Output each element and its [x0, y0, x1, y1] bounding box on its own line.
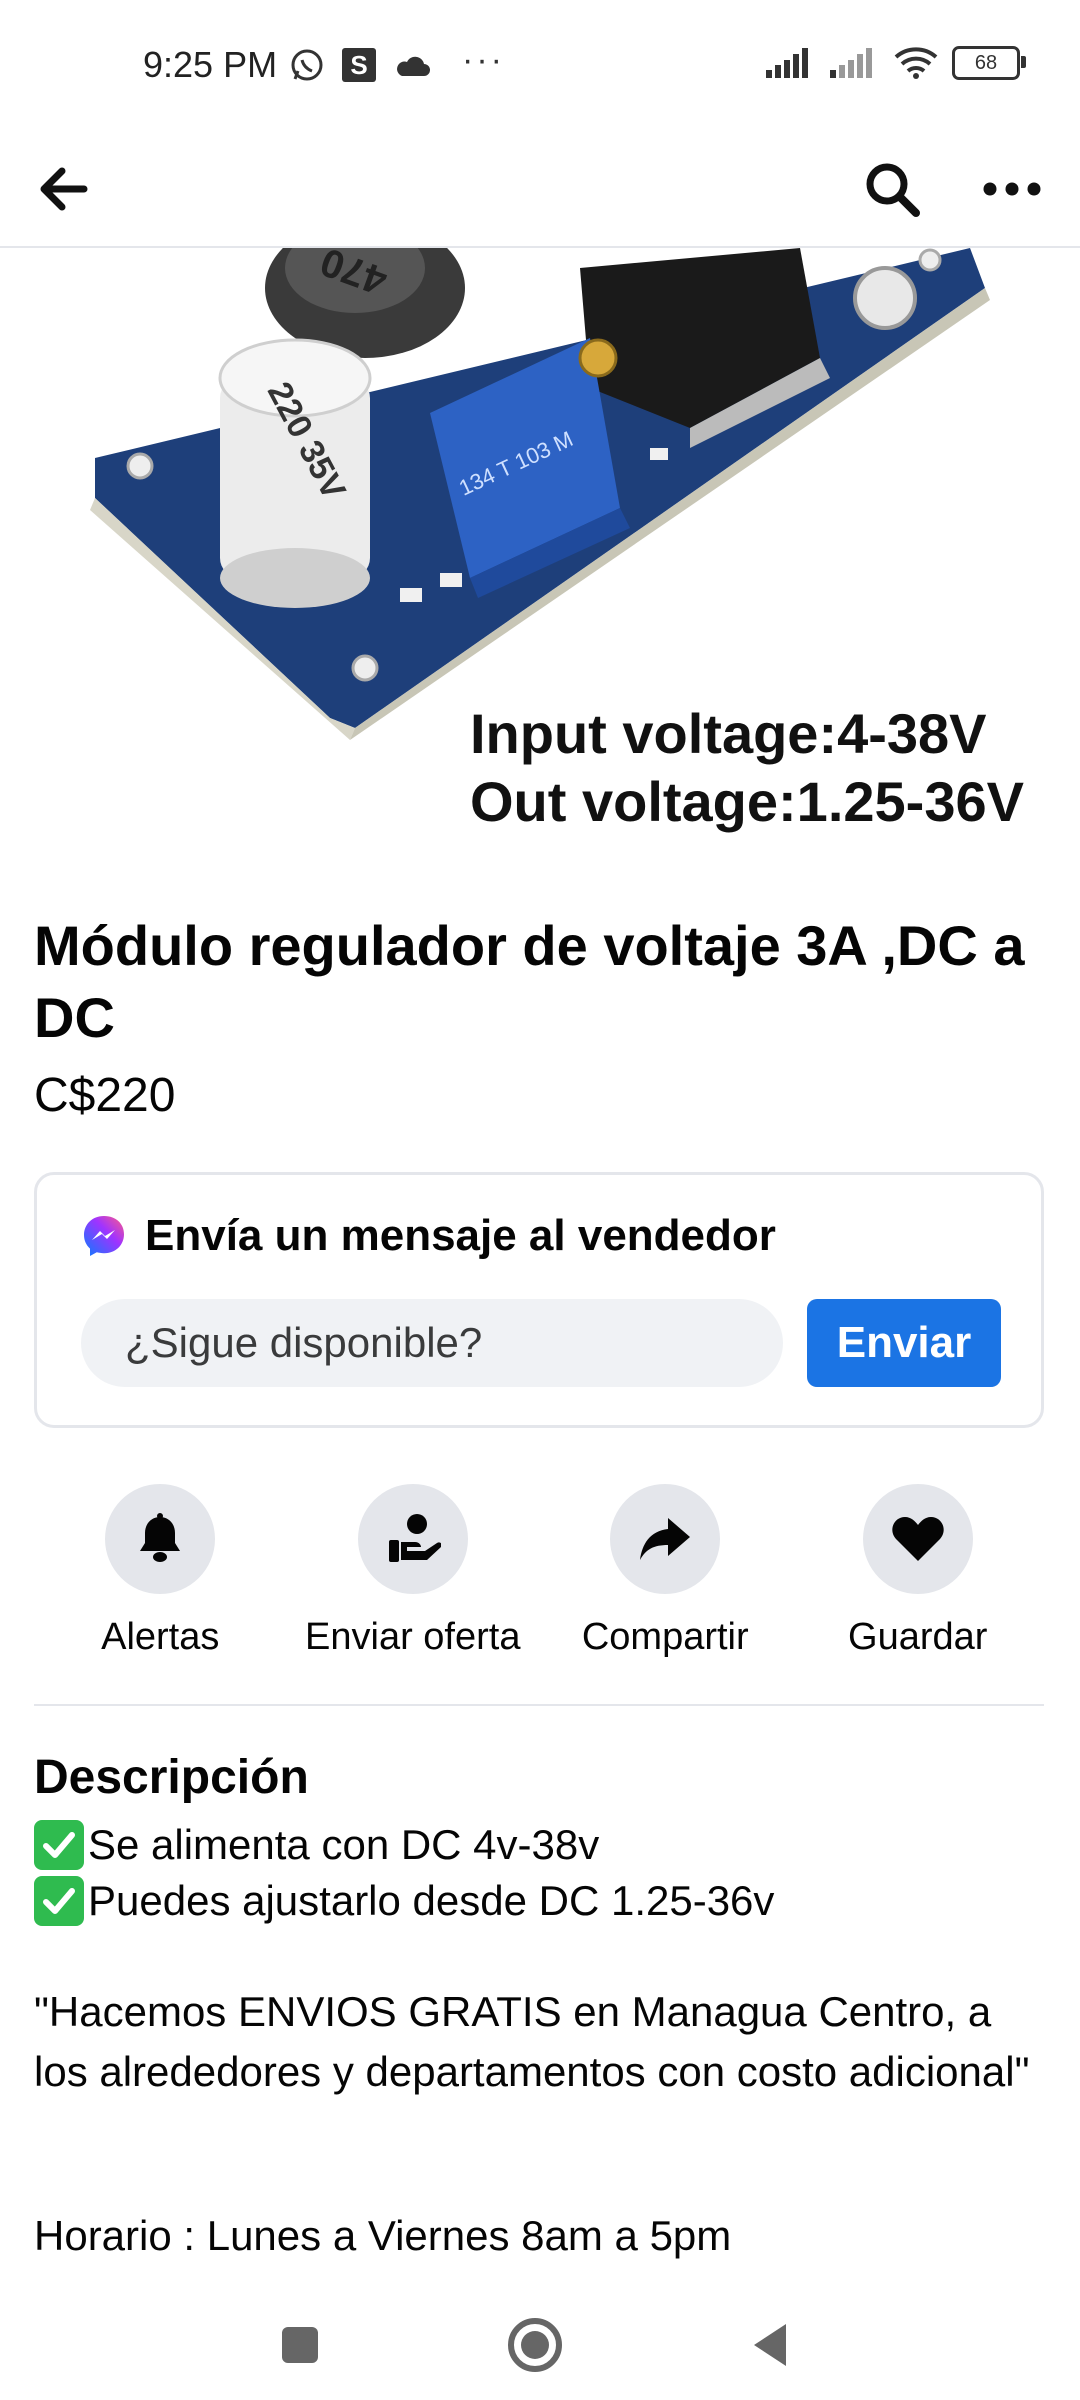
heart-icon: [892, 1517, 944, 1561]
messenger-icon: [84, 1216, 124, 1256]
description-heading: Descripción: [34, 1751, 309, 1804]
section-divider: [34, 1704, 1044, 1706]
wifi-icon: [894, 47, 938, 79]
send-button[interactable]: Enviar: [807, 1299, 1001, 1387]
more-options-button[interactable]: [970, 154, 1054, 224]
more-horizontal-icon: [983, 182, 1041, 196]
share-circle[interactable]: [610, 1484, 721, 1594]
alerts-button[interactable]: Alertas: [34, 1484, 287, 1664]
description-bullet-text: Se alimenta con DC 4v-38v: [88, 1821, 600, 1868]
whatsapp-icon: [291, 49, 323, 81]
back-button[interactable]: [28, 154, 98, 224]
send-offer-label: Enviar oferta: [305, 1616, 521, 1658]
description-bullet-text: Puedes ajustarlo desde DC 1.25-36v: [88, 1877, 775, 1924]
output-voltage-text: Out voltage:1.25-36V: [470, 770, 1024, 833]
share-label: Compartir: [581, 1616, 749, 1658]
product-title: Módulo regulador de voltaje 3A ,DC a DC: [34, 914, 1025, 1049]
back-nav-button[interactable]: [730, 2310, 810, 2380]
image-caption: Input voltage:4-38V Out voltage:1.25-36V: [470, 700, 1024, 836]
signal-icon: [766, 48, 808, 78]
more-notifications-icon: ···: [462, 40, 505, 79]
check-mark-icon: [34, 1876, 84, 1926]
offer-hand-icon: [388, 1514, 441, 1562]
system-icons: 68: [766, 46, 1026, 80]
save-label: Guardar: [848, 1616, 988, 1658]
home-circle-icon: [508, 2318, 562, 2372]
message-card-title: Envía un mensaje al vendedor: [145, 1211, 776, 1260]
message-input[interactable]: [81, 1299, 783, 1387]
system-navigation-bar: [0, 2290, 1080, 2400]
bell-icon: [140, 1513, 181, 1562]
signal-weak-icon: [830, 48, 872, 78]
product-price: C$220: [34, 1069, 176, 1122]
search-button[interactable]: [852, 154, 932, 224]
home-button[interactable]: [495, 2310, 575, 2380]
s-app-icon: S: [342, 48, 376, 82]
save-circle[interactable]: [862, 1484, 973, 1594]
alerts-circle[interactable]: [105, 1484, 216, 1594]
back-arrow-icon: [40, 167, 88, 211]
send-offer-button[interactable]: Enviar oferta: [287, 1484, 540, 1664]
search-icon: [866, 163, 920, 217]
message-seller-card: Envía un mensaje al vendedor Enviar: [34, 1172, 1044, 1428]
status-bar: 9:25 PM S ··· 68: [0, 0, 1080, 130]
back-triangle-icon: [754, 2324, 786, 2366]
cloud-icon: [397, 56, 430, 76]
recents-square-icon: [282, 2327, 318, 2363]
message-card-header: Envía un mensaje al vendedor: [81, 1211, 776, 1261]
status-time: 9:25 PM: [143, 44, 278, 85]
send-offer-circle[interactable]: [357, 1484, 468, 1594]
product-image[interactable]: 470 220 35V 134 T 103 M Input voltage:4-…: [0, 248, 1080, 860]
description-bullet: Se alimenta con DC 4v-38v: [34, 1820, 599, 1870]
save-button[interactable]: Guardar: [792, 1484, 1045, 1664]
description-bullet: Puedes ajustarlo desde DC 1.25-36v: [34, 1876, 774, 1926]
description-hours: Horario : Lunes a Viernes 8am a 5pm: [34, 2212, 732, 2259]
check-mark-icon: [34, 1820, 84, 1870]
recents-button[interactable]: [260, 2310, 340, 2380]
action-row: Alertas Enviar oferta Compartir Guardar: [34, 1484, 1044, 1664]
description-paragraph: "Hacemos ENVIOS GRATIS en Managua Centro…: [34, 1988, 1030, 2095]
alerts-label: Alertas: [101, 1616, 220, 1658]
battery-icon: 68: [952, 46, 1026, 80]
input-voltage-text: Input voltage:4-38V: [470, 702, 987, 765]
share-button[interactable]: Compartir: [539, 1484, 792, 1664]
share-arrow-icon: [640, 1518, 691, 1560]
notification-icons: S ···: [290, 41, 505, 82]
top-app-bar: [0, 130, 1080, 248]
